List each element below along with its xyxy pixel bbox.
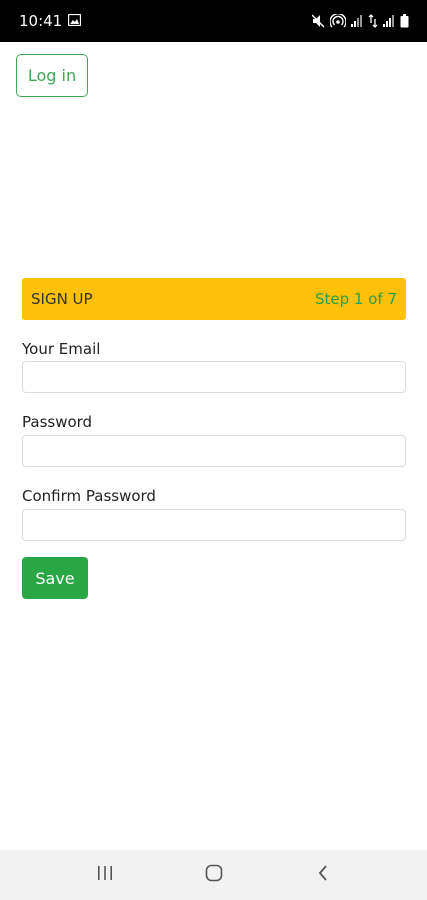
signal-icon xyxy=(383,15,395,27)
status-right xyxy=(312,14,409,28)
battery-icon xyxy=(400,14,409,28)
recents-button[interactable] xyxy=(85,855,125,895)
confirm-password-label: Confirm Password xyxy=(22,487,156,505)
recents-icon xyxy=(96,865,114,885)
navigation-bar xyxy=(0,850,427,900)
status-time: 10:41 xyxy=(19,12,63,30)
password-label: Password xyxy=(22,413,93,431)
signup-title: SIGN UP xyxy=(31,290,93,308)
home-icon xyxy=(205,864,223,886)
signal-icon xyxy=(351,15,363,27)
data-icon xyxy=(368,14,378,28)
status-bar: 10:41 xyxy=(0,0,427,42)
gallery-icon xyxy=(68,12,82,30)
confirm-password-field[interactable] xyxy=(22,509,406,541)
status-left: 10:41 xyxy=(19,12,82,30)
email-field[interactable] xyxy=(22,361,406,393)
back-icon xyxy=(317,864,329,886)
step-indicator: Step 1 of 7 xyxy=(314,290,397,308)
signup-header: SIGN UP Step 1 of 7 xyxy=(22,278,406,320)
login-button[interactable]: Log in xyxy=(16,54,88,97)
email-label: Your Email xyxy=(22,340,101,358)
hotspot-icon xyxy=(330,14,346,28)
password-field[interactable] xyxy=(22,435,406,467)
back-button[interactable] xyxy=(303,855,343,895)
home-button[interactable] xyxy=(194,855,234,895)
save-button[interactable]: Save xyxy=(22,557,88,599)
mute-icon xyxy=(312,14,325,28)
